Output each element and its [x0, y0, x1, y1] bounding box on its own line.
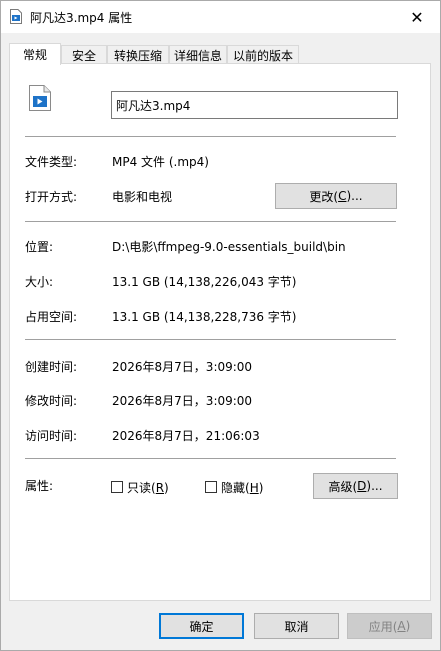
- divider: [25, 221, 396, 222]
- file-type-value: MP4 文件 (.mp4): [112, 155, 209, 169]
- video-file-icon: [29, 85, 51, 111]
- tab-previous-versions[interactable]: 以前的版本: [227, 45, 299, 64]
- size-value: 13.1 GB (14,138,226,043 字节): [112, 275, 297, 289]
- video-file-icon: [10, 9, 22, 24]
- hidden-label[interactable]: 隐藏(H): [221, 479, 263, 496]
- file-type-label: 文件类型:: [25, 155, 78, 169]
- button-suffix: )...: [366, 479, 383, 493]
- modified-label: 修改时间:: [25, 394, 78, 408]
- button-text: 应用(: [368, 619, 398, 634]
- readonly-checkbox[interactable]: [111, 481, 123, 493]
- button-text: 确定: [189, 619, 214, 634]
- button-suffix: )...: [346, 189, 363, 203]
- checkbox-text: 隐藏(: [221, 481, 250, 495]
- location-value: D:\电影\ffmpeg-9.0-essentials_build\bin: [112, 240, 346, 254]
- tab-strip: 常规 安全 转换压缩 详细信息 以前的版本: [9, 43, 433, 65]
- divider: [25, 458, 396, 459]
- accessed-value: 2026年8月7日，21:06:03: [112, 429, 260, 443]
- modified-value: 2026年8月7日，3:09:00: [112, 394, 253, 408]
- opens-with-label: 打开方式:: [25, 190, 78, 204]
- created-label: 创建时间:: [25, 360, 78, 374]
- divider: [25, 136, 396, 137]
- checkbox-suffix: ): [258, 481, 264, 495]
- size-on-disk-label: 占用空间:: [25, 310, 78, 324]
- tab-label: 详细信息: [173, 48, 222, 63]
- checkbox-text: 只读(: [127, 481, 156, 495]
- tab-general[interactable]: 常规: [9, 43, 61, 65]
- tab-convert-compress[interactable]: 转换压缩: [107, 45, 169, 64]
- apply-button[interactable]: 应用(A): [347, 613, 432, 639]
- advanced-button[interactable]: 高级(D)...: [313, 473, 398, 499]
- access-key: H: [249, 481, 259, 495]
- general-panel: 文件类型: MP4 文件 (.mp4) 打开方式: 电影和电视 更改(C)...…: [9, 63, 431, 601]
- accessed-label: 访问时间:: [25, 429, 78, 443]
- size-label: 大小:: [25, 275, 54, 289]
- access-key: A: [397, 619, 406, 633]
- checkbox-suffix: ): [164, 481, 169, 495]
- ok-button[interactable]: 确定: [159, 613, 244, 639]
- file-name-input[interactable]: [111, 91, 398, 119]
- access-key: D: [357, 479, 367, 493]
- button-text: 更改(: [309, 189, 339, 204]
- tab-details[interactable]: 详细信息: [169, 45, 227, 64]
- close-button[interactable]: ✕: [394, 1, 440, 33]
- attributes-label: 属性:: [25, 479, 54, 493]
- location-label: 位置:: [25, 240, 54, 254]
- cancel-button[interactable]: 取消: [254, 613, 339, 639]
- tab-label: 以前的版本: [232, 48, 293, 63]
- tab-label: 安全: [71, 48, 96, 63]
- change-button[interactable]: 更改(C)...: [275, 183, 397, 209]
- divider: [25, 339, 396, 340]
- button-suffix: ): [405, 619, 411, 633]
- opens-with-value: 电影和电视: [112, 190, 173, 204]
- close-icon: ✕: [410, 7, 424, 27]
- hidden-checkbox[interactable]: [205, 481, 217, 493]
- access-key: R: [155, 481, 165, 495]
- tab-label: 常规: [22, 48, 47, 62]
- tab-security[interactable]: 安全: [61, 45, 107, 64]
- size-on-disk-value: 13.1 GB (14,138,228,736 字节): [112, 310, 297, 324]
- readonly-label[interactable]: 只读(R): [127, 479, 169, 496]
- window-title: 阿凡达3.mp4 属性: [30, 11, 133, 25]
- title-bar[interactable]: 阿凡达3.mp4 属性 ✕: [1, 1, 440, 33]
- button-text: 取消: [284, 619, 309, 634]
- button-text: 高级(: [328, 479, 358, 494]
- tab-label: 转换压缩: [113, 48, 162, 63]
- access-key: C: [338, 189, 347, 203]
- created-value: 2026年8月7日，3:09:00: [112, 360, 253, 374]
- properties-dialog: 阿凡达3.mp4 属性 ✕ 常规 安全 转换压缩 详细信息 以前的版本 阿凡达3…: [0, 0, 441, 651]
